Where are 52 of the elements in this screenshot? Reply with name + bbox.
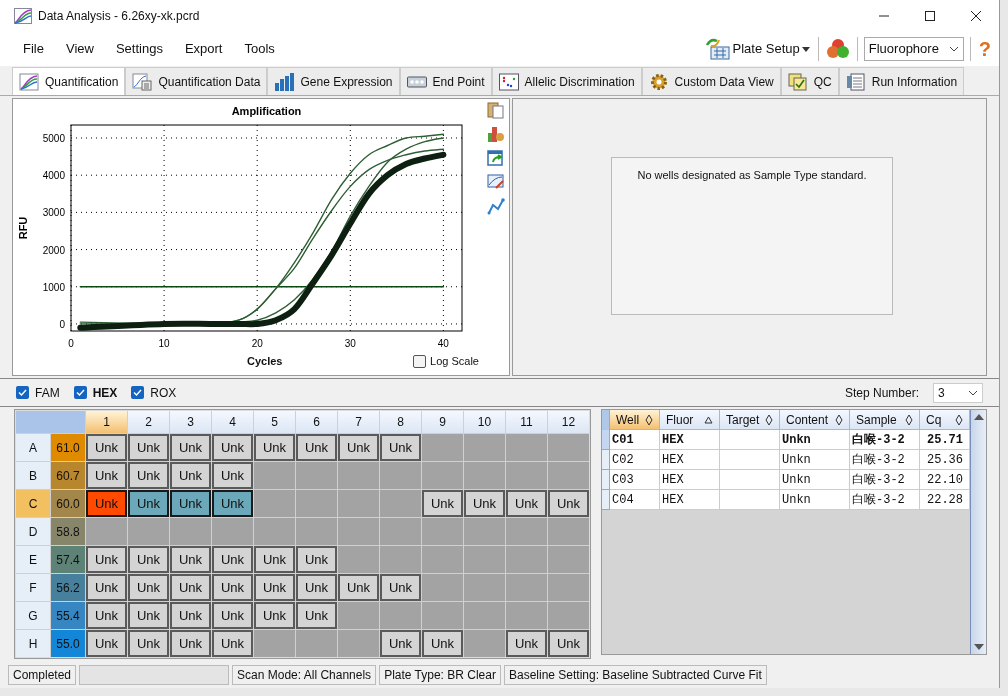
y-tick-label: 3000 [42,207,65,219]
status-field: Scan Mode: All Channels [232,665,377,685]
x-axis-label: Cycles [247,353,283,369]
temperature-cell: 61.0 [51,434,85,461]
status-field: Plate Type: BR Clear [379,665,501,685]
y-tick-label: 1000 [42,281,65,293]
x-tick-label: 30 [344,338,356,349]
temperature-cell: 55.0 [51,630,85,657]
table-cell: 白喉-3-2 [850,430,920,450]
table-cell: 22.28 [920,490,970,510]
temperature-cell: 60.7 [51,462,85,489]
y-tick-label: 5000 [42,133,65,144]
temperature-cell: 60.0 [51,490,85,517]
table-cell: 白喉-3-2 [850,450,920,470]
y-tick-label: 4000 [42,170,65,182]
table-cell: C02 [610,450,660,470]
no-standard-message: No wells designated as Sample Type standard. [637,169,867,181]
table-cell: HEX [660,430,720,450]
table-cell: Unkn [780,430,850,450]
chart-title: Amplification [231,105,302,117]
fluor-label: ROX [150,384,177,402]
y-tick-label: 2000 [42,244,65,256]
x-tick-label: 40 [437,338,449,349]
temperature-cell: 58.8 [51,518,85,545]
table-cell: 白喉-3-2 [850,470,920,490]
temperature-cell: 57.4 [51,546,85,573]
table-cell: 25.71 [920,430,970,450]
fluor-label: FAM [35,384,60,402]
table-cell: C04 [610,490,660,510]
y-axis-label: RFU [17,216,29,240]
table-cell: HEX [660,470,720,490]
x-tick-label: 20 [251,338,263,349]
table-cell: C01 [610,430,660,450]
window-title: Data Analysis - 6.26xy-xk.pcrd [38,8,200,25]
table-cell: 22.10 [920,470,970,490]
table-cell: 25.36 [920,450,970,470]
table-cell: HEX [660,450,720,470]
status-field: Completed [8,665,77,685]
x-tick-label: 0 [68,338,74,349]
table-cell: Unkn [780,490,850,510]
y-tick-label: 0 [59,318,65,330]
table-cell: HEX [660,490,720,510]
status-field: Baseline Setting: Baseline Subtracted Curve Fit [503,665,767,685]
temperature-cell: 55.4 [51,602,85,629]
fluor-label: HEX [92,384,118,402]
x-tick-label: 10 [158,338,170,349]
table-cell: Unkn [780,450,850,470]
table-cell: C03 [610,470,660,490]
temperature-cell: 56.2 [51,574,85,601]
table-cell: Unkn [780,470,850,490]
step-number-label: Step Number: [844,384,919,402]
table-cell: 白喉-3-2 [850,490,920,510]
